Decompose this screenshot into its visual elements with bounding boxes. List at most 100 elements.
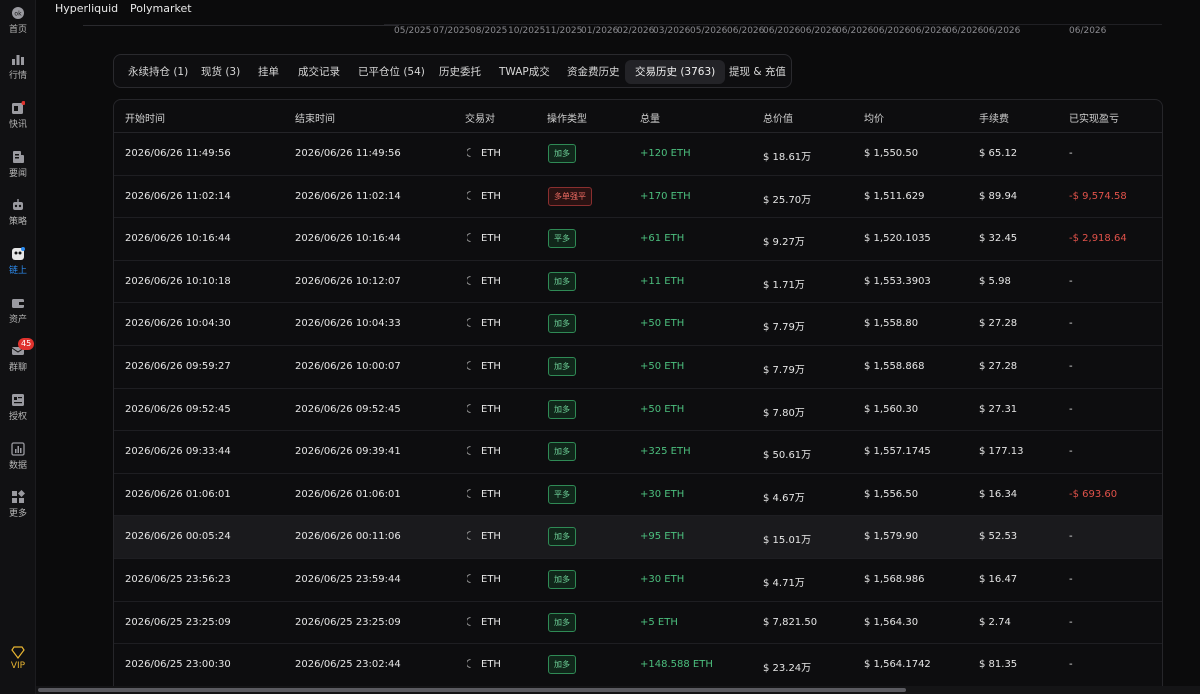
action-type-badge: 加多 bbox=[548, 399, 576, 419]
table-row[interactable]: 2026/06/26 10:04:30 2026/06/26 10:04:33 ET… bbox=[114, 303, 1162, 346]
total-value-cell: $ 1.71万 bbox=[763, 279, 805, 291]
table-row[interactable]: 2026/06/26 00:05:24 2026/06/26 00:11:06 ET… bbox=[114, 516, 1162, 559]
column-header-realized-pnl[interactable]: 已实现盈亏 bbox=[1069, 110, 1119, 125]
table-row[interactable]: 2026/06/25 23:25:09 2026/06/25 23:25:09 ET… bbox=[114, 602, 1162, 645]
amount-cell: +50 ETH bbox=[640, 361, 685, 372]
table-row[interactable]: 2026/06/26 10:10:18 2026/06/26 10:12:07 ET… bbox=[114, 261, 1162, 304]
sidebar: ok 首页行情快讯要闻策略链上资产群聊 45 授权数据更多 VIP bbox=[0, 0, 36, 694]
table-row[interactable]: 2026/06/26 09:59:27 2026/06/26 10:00:07 ET… bbox=[114, 346, 1162, 389]
realized-pnl-cell: - bbox=[1069, 361, 1073, 372]
action-type-badge: 加多 bbox=[548, 527, 576, 547]
onchain-icon bbox=[11, 247, 25, 261]
sidebar-item-robot[interactable]: 策略 bbox=[0, 198, 36, 227]
sidebar-item-more-grid[interactable]: 更多 bbox=[0, 489, 36, 519]
column-header-action-type[interactable]: 操作类型 bbox=[547, 110, 587, 125]
start-time-cell: 2026/06/25 23:25:09 bbox=[125, 616, 231, 628]
pair-cell: ETH bbox=[481, 148, 501, 159]
sidebar-item-chat[interactable]: 群聊 45 bbox=[0, 338, 36, 373]
tab-withdraw-deposit[interactable]: 提现 & 充值 bbox=[719, 60, 796, 84]
action-type-badge: 加多 bbox=[548, 442, 576, 462]
column-header-total-value[interactable]: 总价值 bbox=[763, 110, 793, 125]
sidebar-item-market-chart[interactable]: 行情 bbox=[0, 52, 36, 81]
trade-history-table: 开始时间 结束时间 交易对 操作类型 总量 总价值 均价 手续费 已实现盈亏 2026/06/2… bbox=[113, 99, 1163, 694]
tab-perp-positions[interactable]: 永续持仓 (1) bbox=[118, 60, 198, 84]
fee-cell: $ 16.34 bbox=[979, 488, 1018, 500]
table-row[interactable]: 2026/06/25 23:56:23 2026/06/25 23:59:44 ET… bbox=[114, 559, 1162, 602]
column-header-end-time[interactable]: 结束时间 bbox=[295, 110, 335, 125]
action-type-badge: 平多 bbox=[548, 229, 576, 249]
tab-fills[interactable]: 成交记录 bbox=[288, 60, 350, 84]
scrollbar-thumb[interactable] bbox=[38, 688, 906, 692]
end-time-cell: 2026/06/26 09:39:41 bbox=[295, 446, 401, 458]
table-row[interactable]: 2026/06/26 10:16:44 2026/06/26 10:16:44 ET… bbox=[114, 218, 1162, 261]
vip-button[interactable]: VIP bbox=[0, 645, 36, 671]
sidebar-item-label: 授权 bbox=[8, 412, 27, 422]
total-value-cell: $ 4.71万 bbox=[763, 578, 805, 589]
tab-hyperliquid[interactable]: Hyperliquid bbox=[55, 2, 118, 15]
date-tick-label: 11/2025 bbox=[545, 26, 583, 36]
date-tick-label: 07/2025 bbox=[433, 26, 471, 36]
column-header-pair[interactable]: 交易对 bbox=[465, 110, 495, 125]
start-time-cell: 2026/06/25 23:56:23 bbox=[125, 574, 231, 585]
action-type-badge: 加多 bbox=[548, 144, 576, 163]
sidebar-item-authorize[interactable]: 授权 bbox=[0, 393, 36, 422]
column-header-fee[interactable]: 手续费 bbox=[979, 110, 1009, 125]
news-icon bbox=[11, 150, 25, 164]
action-type-badge: 加多 bbox=[548, 612, 576, 632]
table-row[interactable]: 2026/06/26 01:06:01 2026/06/26 01:06:01 ET… bbox=[114, 474, 1162, 517]
pair-cell: ETH bbox=[481, 361, 501, 372]
coin-icon bbox=[466, 659, 471, 671]
tab-closed-positions[interactable]: 已平仓位 (54) bbox=[348, 60, 435, 84]
column-header-amount[interactable]: 总量 bbox=[640, 110, 660, 125]
fee-cell: $ 81.35 bbox=[979, 659, 1018, 671]
tab-funding-history[interactable]: 资金费历史 bbox=[557, 60, 630, 84]
sidebar-item-label: 数据 bbox=[8, 461, 27, 471]
date-tick-label: 06/2026 bbox=[910, 26, 948, 36]
sidebar-item-label: 首页 bbox=[8, 25, 27, 35]
column-header-avg-price[interactable]: 均价 bbox=[864, 110, 884, 125]
table-row[interactable]: 2026/06/25 23:00:30 2026/06/25 23:02:44 ET… bbox=[114, 644, 1162, 687]
table-row[interactable]: 2026/06/26 11:49:56 2026/06/26 11:49:56 ET… bbox=[114, 133, 1162, 176]
avg-price-cell: $ 1,558.868 bbox=[864, 361, 925, 372]
sidebar-item-wallet[interactable]: 资产 bbox=[0, 296, 36, 325]
pair-cell: ETH bbox=[481, 318, 501, 330]
table-row[interactable]: 2026/06/26 09:33:44 2026/06/26 09:39:41 ET… bbox=[114, 431, 1162, 474]
tab-trade-history[interactable]: 交易历史 (3763) bbox=[625, 60, 726, 84]
action-type-badge: 加多 bbox=[548, 655, 576, 675]
sidebar-item-flash-news[interactable]: 快讯 bbox=[0, 101, 36, 130]
fee-cell: $ 89.94 bbox=[979, 190, 1018, 202]
coin-icon bbox=[466, 531, 471, 543]
coin-icon bbox=[466, 488, 471, 501]
column-header-start-time[interactable]: 开始时间 bbox=[125, 110, 165, 125]
table-row[interactable]: 2026/06/26 11:02:14 2026/06/26 11:02:14 ET… bbox=[114, 176, 1162, 219]
fee-cell: $ 52.53 bbox=[979, 531, 1018, 543]
end-time-cell: 2026/06/25 23:02:44 bbox=[295, 659, 401, 671]
top-divider bbox=[83, 25, 399, 26]
tab-spot[interactable]: 现货 (3) bbox=[191, 60, 250, 84]
horizontal-scrollbar[interactable] bbox=[36, 686, 1200, 694]
avg-price-cell: $ 1,558.80 bbox=[864, 318, 919, 330]
action-type-badge: 加多 bbox=[548, 357, 576, 376]
fee-cell: $ 27.31 bbox=[979, 403, 1018, 415]
sidebar-item-home[interactable]: ok 首页 bbox=[0, 6, 36, 35]
tab-twap-fills[interactable]: TWAP成交 bbox=[489, 60, 560, 84]
avg-price-cell: $ 1,579.90 bbox=[864, 531, 919, 543]
action-type-badge: 加多 bbox=[548, 271, 576, 291]
sidebar-item-data[interactable]: 数据 bbox=[0, 442, 36, 471]
tab-polymarket[interactable]: Polymarket bbox=[130, 2, 192, 15]
sidebar-item-news[interactable]: 要闻 bbox=[0, 150, 36, 179]
action-type-badge: 平多 bbox=[548, 484, 576, 504]
sidebar-item-onchain[interactable]: 链上 bbox=[0, 247, 36, 276]
table-row[interactable]: 2026/06/26 09:52:45 2026/06/26 09:52:45 ET… bbox=[114, 389, 1162, 432]
action-type-badge: 加多 bbox=[548, 314, 576, 334]
tab-order-history[interactable]: 历史委托 bbox=[429, 60, 491, 84]
diamond-icon bbox=[11, 645, 25, 659]
start-time-cell: 2026/06/26 10:10:18 bbox=[125, 275, 231, 287]
action-type-badge: 加多 bbox=[548, 570, 576, 589]
sidebar-item-label: 要闻 bbox=[8, 169, 27, 179]
date-tick-label: 06/2026 bbox=[727, 26, 765, 36]
avg-price-cell: $ 1,553.3903 bbox=[864, 275, 931, 287]
coin-icon bbox=[466, 275, 471, 288]
tab-open-orders[interactable]: 挂单 bbox=[248, 60, 289, 84]
fee-cell: $ 2.74 bbox=[979, 616, 1011, 628]
